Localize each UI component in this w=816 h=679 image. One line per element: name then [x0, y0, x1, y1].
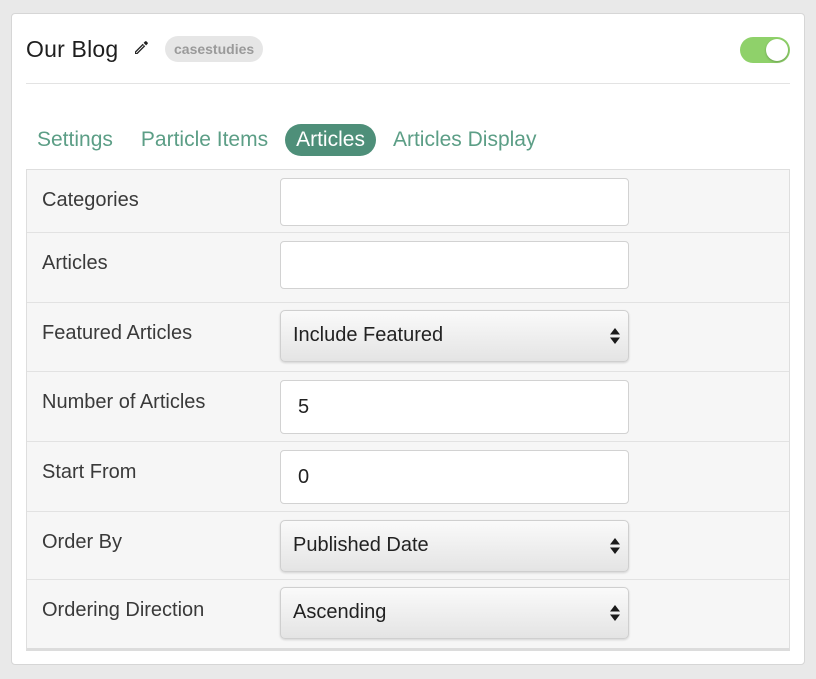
tab-articles-display[interactable]: Articles Display [382, 124, 548, 156]
order-by-value: Published Date [293, 534, 429, 556]
number-of-articles-input[interactable] [280, 380, 629, 434]
header-divider [26, 83, 790, 84]
particle-type-badge: casestudies [165, 36, 264, 62]
tab-settings[interactable]: Settings [26, 124, 124, 156]
row-order-by: Order By Published Date [27, 512, 789, 580]
row-number-of-articles: Number of Articles [27, 372, 789, 442]
ordering-direction-value: Ascending [293, 601, 387, 623]
enabled-toggle[interactable] [740, 37, 790, 63]
articles-settings-panel: Categories Articles Featured Articles In… [26, 169, 790, 651]
row-ordering-direction: Ordering Direction Ascending [27, 580, 789, 649]
order-by-label: Order By [42, 531, 123, 553]
row-categories: Categories [27, 170, 789, 233]
card-header: Our Blog casestudies [12, 14, 804, 84]
featured-articles-label: Featured Articles [42, 322, 193, 344]
categories-label: Categories [42, 189, 139, 211]
ordering-direction-label: Ordering Direction [42, 599, 205, 621]
tab-bar: Settings Particle Items Articles Article… [26, 122, 554, 158]
row-articles: Articles [27, 233, 789, 303]
select-arrows-icon [610, 538, 620, 554]
tab-articles[interactable]: Articles [285, 124, 376, 156]
pencil-icon[interactable] [133, 40, 149, 56]
categories-input[interactable] [280, 178, 629, 226]
toggle-knob [766, 39, 788, 61]
particle-card: Our Blog casestudies Settings Particle I… [11, 13, 805, 665]
row-featured-articles: Featured Articles Include Featured [27, 303, 789, 372]
featured-articles-select[interactable]: Include Featured [280, 310, 629, 362]
articles-input[interactable] [280, 241, 629, 289]
start-from-label: Start From [42, 461, 137, 483]
ordering-direction-select[interactable]: Ascending [280, 587, 629, 639]
tab-particle-items[interactable]: Particle Items [130, 124, 279, 156]
featured-articles-value: Include Featured [293, 324, 444, 346]
select-arrows-icon [610, 328, 620, 344]
order-by-select[interactable]: Published Date [280, 520, 629, 572]
select-arrows-icon [610, 605, 620, 621]
particle-title: Our Blog [26, 36, 119, 62]
articles-label: Articles [42, 252, 108, 274]
row-start-from: Start From [27, 442, 789, 512]
number-of-articles-label: Number of Articles [42, 391, 206, 413]
start-from-input[interactable] [280, 450, 629, 504]
